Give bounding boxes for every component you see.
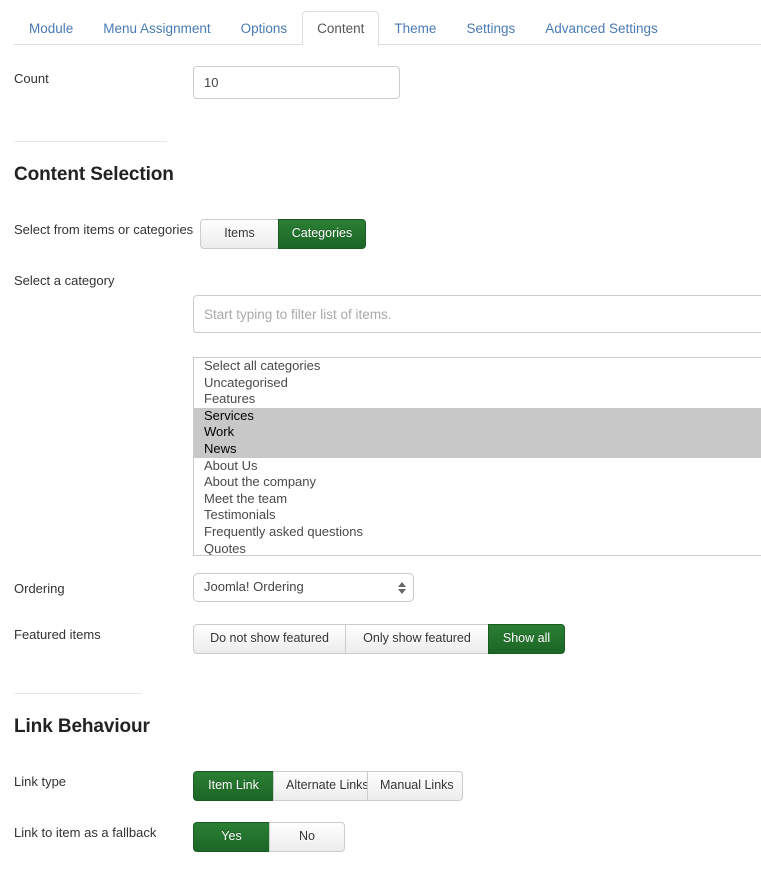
ordering-select-wrap[interactable]: Joomla! Ordering xyxy=(193,573,414,602)
tab-advanced-settings[interactable]: Advanced Settings xyxy=(530,11,673,46)
link-type-option-manual-links[interactable]: Manual Links xyxy=(367,771,463,801)
link-type-option-item-link[interactable]: Item Link xyxy=(193,771,273,801)
featured-option-do-not-show-featured[interactable]: Do not show featured xyxy=(193,624,345,654)
link-type-button-group[interactable]: Item Link Alternate Links Manual Links xyxy=(193,771,463,801)
category-filter-input[interactable] xyxy=(193,295,761,333)
ordering-label-wrap: Ordering xyxy=(14,580,65,598)
ordering-label: Ordering xyxy=(14,581,65,596)
fallback-button-group[interactable]: Yes No xyxy=(193,822,345,852)
category-option[interactable]: Meet the team xyxy=(194,491,761,508)
link-type-label: Link type xyxy=(14,774,67,789)
tab-options[interactable]: Options xyxy=(226,11,303,46)
count-label-wrap: Count xyxy=(14,70,49,88)
category-listbox[interactable]: Select all categories Uncategorised Featur… xyxy=(193,357,761,556)
ordering-select[interactable]: Joomla! Ordering xyxy=(193,573,414,602)
featured-option-only-show-featured[interactable]: Only show featured xyxy=(345,624,488,654)
category-option[interactable]: Select all categories xyxy=(194,358,761,375)
category-option[interactable]: Quotes xyxy=(194,541,761,555)
fallback-label: Link to item as a fallback xyxy=(14,825,157,840)
source-option-items[interactable]: Items xyxy=(200,219,278,249)
content-selection-heading-wrap: Content Selection xyxy=(14,164,174,186)
category-option[interactable]: Work xyxy=(194,424,761,441)
category-option[interactable]: Testimonials xyxy=(194,507,761,524)
tab-module[interactable]: Module xyxy=(14,11,88,46)
category-option[interactable]: Frequently asked questions xyxy=(194,524,761,541)
count-input[interactable] xyxy=(193,66,400,99)
source-button-group[interactable]: Items Categories xyxy=(200,219,366,249)
tab-content[interactable]: Content xyxy=(302,11,380,46)
link-type-label-wrap: Link type xyxy=(14,773,66,791)
category-option[interactable]: About the company xyxy=(194,474,761,491)
fallback-label-wrap: Link to item as a fallback xyxy=(14,824,156,842)
category-label-wrap: Select a category xyxy=(14,272,114,290)
tab-bar-underline xyxy=(14,44,761,45)
fallback-option-yes[interactable]: Yes xyxy=(193,822,269,852)
category-option[interactable]: Features xyxy=(194,391,761,408)
select-source-label: Select from items or categories xyxy=(14,222,194,237)
tab-menu-assignment[interactable]: Menu Assignment xyxy=(88,11,225,46)
content-selection-title: Content Selection xyxy=(14,164,174,185)
tab-list: Module Menu Assignment Options Content Theme… xyxy=(14,10,673,46)
featured-button-group[interactable]: Do not show featured Only show featured Sh… xyxy=(193,624,565,654)
tab-theme[interactable]: Theme xyxy=(379,11,451,46)
featured-option-show-all[interactable]: Show all xyxy=(488,624,565,654)
source-option-categories[interactable]: Categories xyxy=(278,219,366,249)
category-option[interactable]: Services xyxy=(194,407,761,425)
source-label-wrap: Select from items or categories xyxy=(14,221,193,239)
link-behaviour-title: Link Behaviour xyxy=(14,716,150,737)
fallback-option-no[interactable]: No xyxy=(269,822,345,852)
count-label: Count xyxy=(14,71,49,86)
tab-bar: Module Menu Assignment Options Content Theme… xyxy=(0,0,761,46)
featured-items-label: Featured items xyxy=(14,627,101,642)
link-type-option-alternate-links[interactable]: Alternate Links xyxy=(273,771,369,801)
select-category-label: Select a category xyxy=(14,273,115,288)
section-divider-link xyxy=(14,693,142,694)
category-option[interactable]: Uncategorised xyxy=(194,375,761,392)
category-option[interactable]: News xyxy=(194,440,761,458)
section-divider-content xyxy=(14,141,167,142)
category-option[interactable]: About Us xyxy=(194,458,761,475)
featured-label-wrap: Featured items xyxy=(14,626,101,644)
link-behaviour-heading-wrap: Link Behaviour xyxy=(14,716,150,738)
tab-settings[interactable]: Settings xyxy=(451,11,530,46)
